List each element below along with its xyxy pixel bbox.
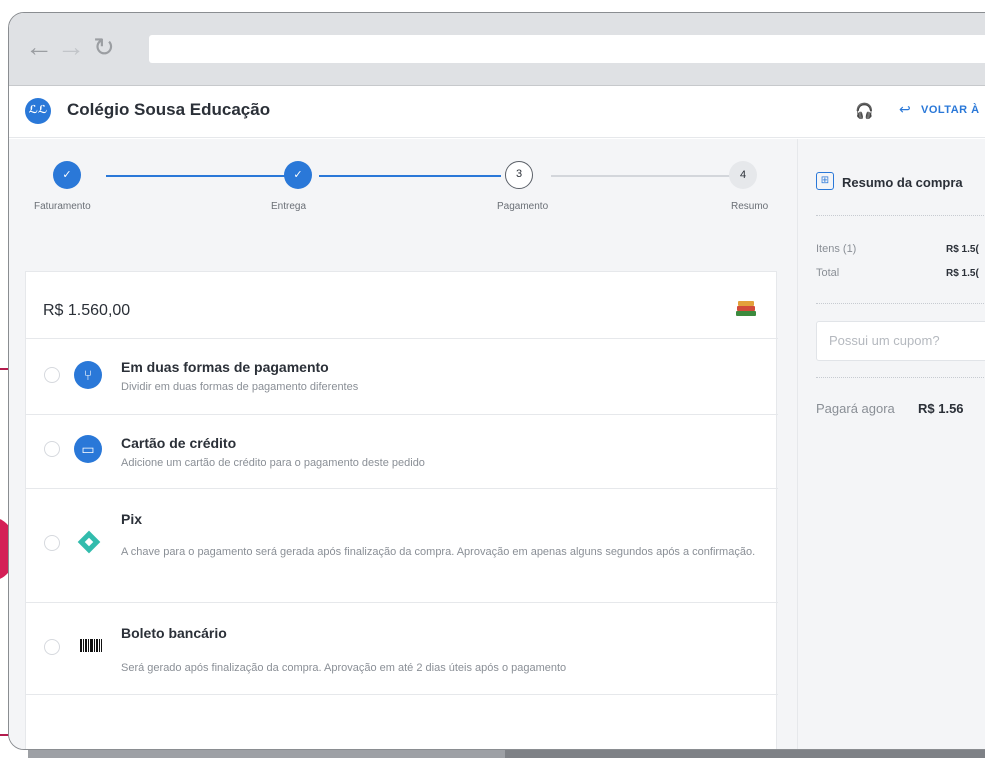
browser-toolbar: ← → ↻ [9,13,985,86]
items-value: R$ 1.5( [946,244,979,255]
divider [816,377,985,378]
arrow-left-icon[interactable]: ← [25,33,53,61]
step-label-faturamento: Faturamento [34,201,91,212]
books-icon [736,301,756,316]
radio-pix[interactable] [44,535,60,551]
payment-option-boleto[interactable]: Boleto bancário Será gerado após finaliz… [26,602,778,694]
step-entrega: ✓ [284,161,312,189]
total-value: R$ 1.5( [946,268,979,279]
option-title: Cartão de crédito [121,435,237,451]
option-description: Adicione um cartão de crédito para o pag… [121,457,425,469]
card-footer [26,694,778,749]
divider [816,215,985,216]
cart-icon: ⊞ [816,172,834,190]
arrow-right-icon[interactable]: → [57,33,85,61]
credit-card-icon: ▭ [74,435,102,463]
pay-now-label: Pagará agora [816,401,895,416]
radio-credit-card[interactable] [44,441,60,457]
scrollbar-thumb[interactable] [505,750,985,758]
return-arrow-icon[interactable]: ↩ [899,101,911,118]
check-icon: ✓ [293,169,303,181]
items-label: Itens (1) [816,243,857,255]
barcode-icon [80,639,102,652]
headset-icon[interactable]: 🎧 [855,102,874,120]
total-label: Total [816,267,840,279]
school-name: Colégio Sousa Educação [67,100,271,119]
split-arrows-icon: ⑂ [74,361,102,389]
option-title: Pix [121,511,143,527]
step-label-resumo: Resumo [731,201,769,212]
divider [816,303,985,304]
pix-icon [77,530,101,554]
payment-option-split[interactable]: ⑂ Em duas formas de pagamento Dividir em… [26,338,778,414]
school-logo: ℒℒ [25,98,51,124]
coupon-input[interactable]: Possui um cupom? [816,321,985,361]
app-header: ℒℒ Colégio Sousa Educação 🎧 ↩ VOLTAR À [9,86,985,138]
option-title: Boleto bancário [121,625,227,641]
step-label-entrega: Entrega [271,201,307,212]
stepper-line [319,175,501,177]
step-resumo: 4 [729,161,757,189]
step-label-pagamento: Pagamento [497,201,549,212]
reload-icon[interactable]: ↻ [93,33,115,61]
order-price: R$ 1.560,00 [43,302,131,319]
order-summary: ⊞ Resumo da compra Itens (1) R$ 1.5( Tot… [797,139,985,749]
stepper-line [106,175,286,177]
browser-window: ← → ↻ ℒℒ Colégio Sousa Educação 🎧 ↩ VOLT… [8,12,985,750]
summary-title: Resumo da compra [842,175,963,190]
back-link[interactable]: VOLTAR À [921,104,980,116]
stepper-line [551,175,731,177]
step-faturamento: ✓ [53,161,81,189]
option-description: Será gerado após finalização da compra. … [121,662,567,674]
payment-card: R$ 1.560,00 ⑂ Em duas formas de pagament… [25,271,778,749]
step-pagamento: 3 [505,161,533,189]
option-description: Dividir em duas formas de pagamento dife… [121,381,359,393]
radio-split[interactable] [44,367,60,383]
radio-boleto[interactable] [44,639,60,655]
address-bar[interactable] [149,35,985,63]
pay-now-value: R$ 1.56 [918,401,964,416]
option-description: A chave para o pagamento será gerada apó… [121,546,756,558]
option-title: Em duas formas de pagamento [121,359,329,375]
payment-option-credit-card[interactable]: ▭ Cartão de crédito Adicione um cartão d… [26,414,778,488]
payment-option-pix[interactable]: Pix A chave para o pagamento será gerada… [26,488,778,602]
check-icon: ✓ [62,169,72,181]
